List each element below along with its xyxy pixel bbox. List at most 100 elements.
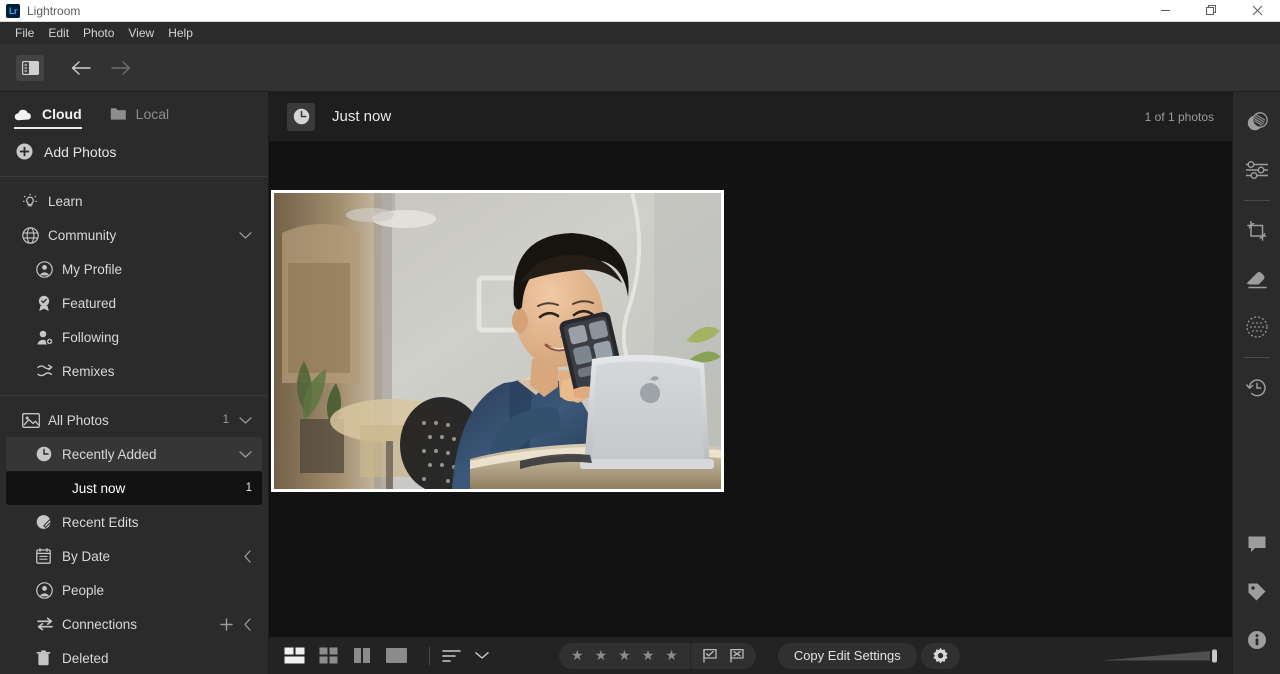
detail-view-button[interactable]: [383, 645, 409, 667]
menu-item-help[interactable]: Help: [161, 24, 200, 42]
app-title: Lightroom: [27, 3, 81, 18]
minimize-icon[interactable]: [1142, 0, 1188, 22]
sidebar-item-featured[interactable]: Featured: [6, 286, 262, 320]
sidebar-item-label: All Photos: [48, 412, 109, 428]
person-circle-icon: [36, 260, 58, 278]
photo-image: [274, 193, 721, 489]
grid-mixed-view-button[interactable]: [281, 645, 307, 667]
sidebar-item-connections[interactable]: Connections: [6, 607, 262, 641]
star-icon-5[interactable]: ★: [665, 647, 678, 664]
sidebar-item-following[interactable]: Following: [6, 320, 262, 354]
photo-count: 1 of 1 photos: [1144, 109, 1214, 124]
thumbnail-size-slider[interactable]: [1102, 648, 1220, 664]
back-arrow-icon[interactable]: [66, 54, 96, 82]
chevron-down-icon[interactable]: [239, 416, 252, 425]
flag-controls: [691, 648, 756, 663]
all-photos-count: 1: [222, 414, 229, 426]
sidebar-item-recently-added[interactable]: Recently Added: [6, 437, 262, 471]
settings-gear-button[interactable]: [920, 642, 960, 669]
add-photos-label: Add Photos: [44, 143, 117, 160]
restore-icon[interactable]: [1188, 0, 1234, 22]
tab-local[interactable]: Local: [110, 106, 169, 129]
tab-cloud[interactable]: Cloud: [14, 106, 82, 129]
sidebar-item-label: Recent Edits: [62, 514, 139, 530]
plus-circle-icon: [16, 143, 33, 160]
cloud-icon: [14, 108, 33, 121]
keywords-tag-icon[interactable]: [1241, 576, 1273, 608]
badge-icon: [36, 295, 58, 312]
menu-item-edit[interactable]: Edit: [41, 24, 76, 42]
chevron-down-icon[interactable]: [239, 450, 252, 459]
right-rail: [1232, 92, 1280, 674]
sort-icon[interactable]: [442, 649, 461, 663]
sidebar-item-label: Remixes: [62, 363, 115, 379]
comments-icon[interactable]: [1241, 528, 1273, 560]
star-icon-3[interactable]: ★: [618, 647, 631, 664]
sidebar-item-label: Deleted: [62, 650, 109, 666]
add-connection-icon[interactable]: [220, 617, 233, 631]
sidebar-item-all-photos[interactable]: All Photos 1: [6, 403, 262, 437]
content-area: Just now 1 of 1 photos: [269, 92, 1232, 674]
masking-icon[interactable]: [1241, 311, 1273, 343]
flag-reject-icon[interactable]: [729, 648, 745, 663]
star-icon-2[interactable]: ★: [595, 647, 608, 664]
grid-square-view-button[interactable]: [315, 645, 341, 667]
presets-icon[interactable]: [1241, 106, 1273, 138]
bottom-divider-1: [429, 646, 430, 665]
chevron-down-icon[interactable]: [239, 231, 252, 240]
sidebar-item-actions: [220, 617, 252, 631]
forward-arrow-icon[interactable]: [106, 54, 136, 82]
folder-icon: [110, 107, 127, 121]
sidebar-item-just-now[interactable]: Just now 1: [6, 471, 262, 505]
connections-icon: [36, 617, 58, 631]
tab-local-label: Local: [135, 106, 170, 122]
edit-sliders-icon[interactable]: [1241, 154, 1273, 186]
sidebar-item-my-profile[interactable]: My Profile: [6, 252, 262, 286]
add-photos-button[interactable]: Add Photos: [0, 129, 268, 176]
sidebar-item-label: People: [62, 582, 105, 598]
menu-bar: File Edit Photo View Help: [0, 22, 1280, 44]
close-icon[interactable]: [1234, 0, 1280, 22]
history-icon[interactable]: [1241, 372, 1273, 404]
chevron-left-icon[interactable]: [243, 549, 252, 563]
compare-view-button[interactable]: [349, 645, 375, 667]
clock-icon: [36, 446, 58, 462]
page-title: Just now: [332, 108, 392, 125]
sidebar-item-label: Community: [48, 227, 117, 243]
chevron-down-icon[interactable]: [475, 651, 489, 660]
source-tabs: Cloud Local: [0, 92, 268, 129]
sidebar-item-label: Featured: [62, 295, 117, 311]
calendar-icon: [36, 548, 58, 564]
crop-icon[interactable]: [1241, 215, 1273, 247]
photo-scene: [274, 193, 721, 489]
clock-icon[interactable]: [287, 102, 315, 131]
menu-item-file[interactable]: File: [8, 24, 41, 42]
top-toolbar: Search Recent Import: [0, 44, 1280, 127]
sidebar-item-remixes[interactable]: Remixes: [6, 354, 262, 388]
star-icon-1[interactable]: ★: [571, 647, 584, 664]
sidebar-item-label: Learn: [48, 193, 83, 209]
photo-thumbnail[interactable]: [271, 190, 724, 492]
trash-icon: [36, 650, 58, 666]
lightbulb-icon: [22, 193, 44, 210]
globe-icon: [22, 226, 44, 244]
sidebar-item-people[interactable]: People: [6, 573, 262, 607]
sidebar-item-recent-edits[interactable]: Recent Edits: [6, 505, 262, 539]
rating-and-flags: ★ ★ ★ ★ ★: [559, 642, 756, 669]
healing-brush-icon[interactable]: [1241, 263, 1273, 295]
right-rail-divider-2: [1243, 357, 1270, 358]
sidebar-item-deleted[interactable]: Deleted: [6, 641, 262, 674]
star-rating[interactable]: ★ ★ ★ ★ ★: [559, 647, 690, 664]
menu-item-photo[interactable]: Photo: [76, 24, 121, 42]
copy-edit-settings-button[interactable]: Copy Edit Settings: [777, 642, 917, 669]
sidebar-item-community[interactable]: Community: [6, 218, 262, 252]
panel-toggle-icon[interactable]: [16, 54, 44, 81]
sidebar-item-label: Following: [62, 329, 120, 345]
info-icon[interactable]: [1241, 624, 1273, 656]
sidebar-item-learn[interactable]: Learn: [6, 184, 262, 218]
star-icon-4[interactable]: ★: [642, 647, 655, 664]
menu-item-view[interactable]: View: [121, 24, 161, 42]
chevron-left-icon[interactable]: [243, 617, 252, 631]
flag-pick-icon[interactable]: [702, 648, 718, 663]
sidebar-item-by-date[interactable]: By Date: [6, 539, 262, 573]
